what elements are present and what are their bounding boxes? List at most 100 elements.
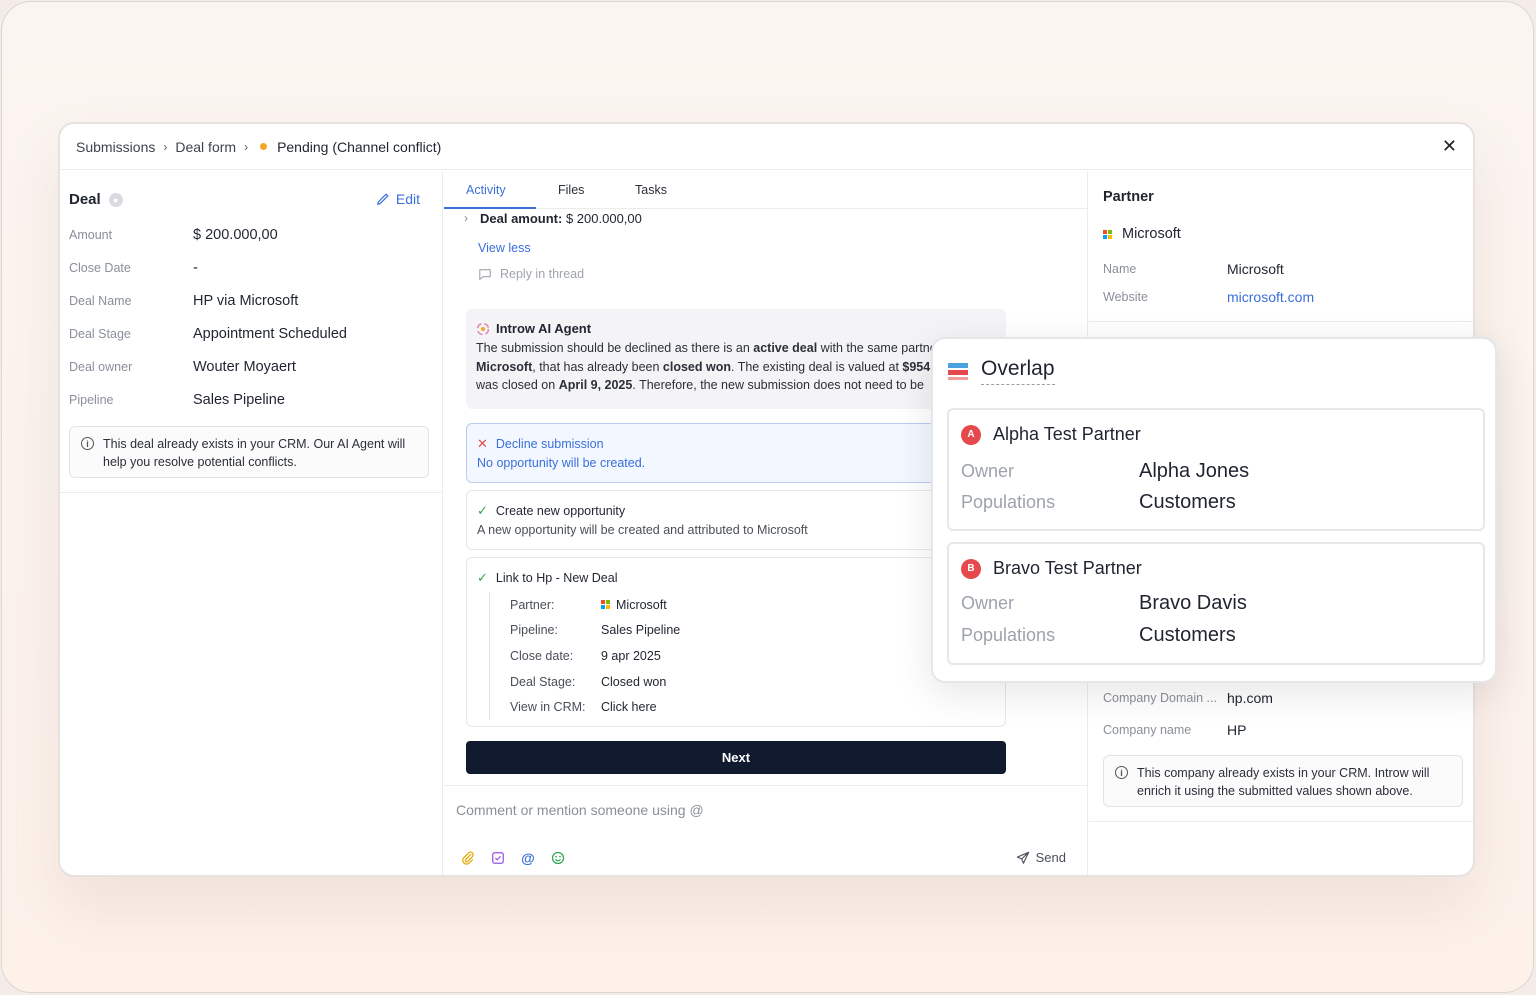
ai-agent-message: The submission should be declined as the… [476,339,996,395]
partner-populations-row: Populations Customers [961,491,1236,514]
partner-field-website: Website microsoft.com [1103,289,1463,305]
field-label: Company Domain ... [1103,691,1217,705]
field-label: Deal Stage [69,327,131,341]
partner-badge-icon: B [961,558,981,579]
detail-label: Pipeline: [510,623,558,638]
reply-label: Reply in thread [500,267,585,281]
close-icon[interactable]: ✕ [1442,136,1457,157]
tab-files[interactable]: Files [558,183,584,197]
view-in-crm-link[interactable]: Click here [601,700,657,714]
task-icon[interactable] [490,850,506,866]
deal-heading: Deal ● [69,191,123,208]
deal-field-deal-stage: Deal Stage Appointment Scheduled [69,326,429,342]
field-label: Amount [69,228,113,242]
breadcrumb-separator-icon: › [163,139,168,154]
detail-label: View in CRM: [510,700,586,715]
deal-field-close-date: Close Date - [69,260,429,276]
comment-input[interactable] [456,802,1056,818]
overlap-title: Overlap [981,357,1055,385]
divider [60,492,443,493]
owner-label: Owner [961,593,1015,613]
overlap-logo-icon [948,363,968,380]
divider [1089,321,1473,322]
overlap-partner-card-bravo[interactable]: B Bravo Test Partner Owner Bravo Davis P… [947,542,1485,665]
field-label: Website [1103,290,1148,304]
website-link[interactable]: microsoft.com [1227,289,1314,305]
deal-field-deal-name: Deal Name HP via Microsoft [69,293,429,309]
field-label: Pipeline [69,393,114,407]
check-icon: ✓ [477,503,488,518]
populations-label: Populations [961,625,1056,645]
tab-tasks[interactable]: Tasks [635,183,667,197]
option-create-opportunity[interactable]: ✓ Create new opportunity A new opportunit… [466,490,1006,550]
option-decline-submission[interactable]: ✕ Decline submission No opportunity will … [466,423,1006,483]
option-title: Decline submission [495,437,604,451]
field-label: Company name [1103,723,1192,737]
detail-row-deal-stage: Deal Stage: Closed won [510,669,995,695]
deal-amount-line: Deal amount: $ 200.000,00 [480,211,642,226]
partner-card-name: Alpha Test Partner [993,424,1141,444]
deal-info-box: i This deal already exists in your CRM. … [69,426,429,478]
overlap-partner-card-alpha[interactable]: A Alpha Test Partner Owner Alpha Jones P… [947,408,1485,531]
deal-info-text: This deal already exists in your CRM. Ou… [103,437,406,469]
field-label: Name [1103,262,1137,276]
ai-text: with the same partner [817,341,941,355]
send-label: Send [1035,850,1066,865]
company-field-name: Company name HP [1103,722,1463,738]
background-canvas: Submissions › Deal form › Pending (Chann… [1,1,1534,993]
breadcrumb-submissions[interactable]: Submissions [76,139,155,155]
partner-field-name: Name Microsoft [1103,261,1463,277]
detail-row-view-in-crm: View in CRM: Click here [510,694,995,720]
link-deal-details: Partner: Microsoft Pipeline: Sales Pipel… [489,592,995,720]
company-field-domain: Company Domain ... hp.com [1103,690,1463,706]
at-icon[interactable]: @ [520,850,536,866]
divider [1089,821,1473,822]
deal-field-deal-owner: Deal owner Wouter Moyaert [69,359,429,375]
owner-value: Bravo Davis [1139,592,1247,614]
deal-amount-value: $ 200.000,00 [565,211,642,226]
detail-row-pipeline: Pipeline: Sales Pipeline [510,618,995,644]
reply-in-thread-button[interactable]: Reply in thread [478,267,584,281]
paperclip-icon[interactable] [460,850,476,866]
option-subtitle: No opportunity will be created. [477,456,646,470]
deal-panel: Deal ● Edit Amount $ 200.000,00 Close Da… [60,171,443,875]
ai-text-bold: April 9, 2025 [558,378,633,392]
partner-heading: Partner [1103,189,1154,205]
field-value: Appointment Scheduled [193,326,347,342]
breadcrumb-separator-icon: › [244,139,249,154]
emoji-icon[interactable] [550,850,566,866]
breadcrumb: Submissions › Deal form › Pending (Chann… [60,124,1473,170]
option-title: Link to Hp - New Deal [495,571,618,585]
partner-badge-icon: A [961,424,981,445]
field-value: Microsoft [1227,261,1284,277]
ai-text-bold: $954 [902,359,931,374]
pencil-icon [377,193,389,205]
company-info-text: This company already exists in your CRM.… [1137,766,1430,798]
populations-value: Customers [1139,491,1236,513]
partner-populations-row: Populations Customers [961,624,1236,647]
option-link-deal[interactable]: ✓ Link to Hp - New Deal Partner: Microsof… [466,557,1006,727]
partner-name: Microsoft [1103,226,1181,242]
ai-agent-card: Introw AI Agent The submission should be… [466,309,1006,409]
next-button[interactable]: Next [466,741,1006,774]
owner-label: Owner [961,461,1015,481]
status-dot-icon [260,143,268,150]
info-icon: i [1115,766,1128,779]
partner-card-title: B Bravo Test Partner [961,558,1142,579]
ai-text: The submission should be declined as the… [476,341,754,355]
breadcrumb-deal-form[interactable]: Deal form [175,139,236,155]
send-button[interactable]: Send [1016,850,1066,865]
comment-composer: @ Send [444,785,1088,875]
option-subtitle: A new opportunity will be created and at… [477,523,808,537]
detail-label: Partner: [510,597,555,612]
edit-button[interactable]: Edit [376,191,420,207]
chevron-right-icon[interactable]: › [464,211,468,225]
view-less-link[interactable]: View less [478,241,531,255]
tab-activity[interactable]: Activity [466,183,506,197]
deal-field-pipeline: Pipeline Sales Pipeline [69,392,429,408]
active-tab-indicator [444,207,536,209]
company-info-box: i This company already exists in your CR… [1103,755,1463,807]
overlap-popup: Overlap A Alpha Test Partner Owner Alpha… [931,337,1497,683]
field-label: Close Date [69,261,131,275]
ai-text-bold: Microsoft [476,359,533,374]
